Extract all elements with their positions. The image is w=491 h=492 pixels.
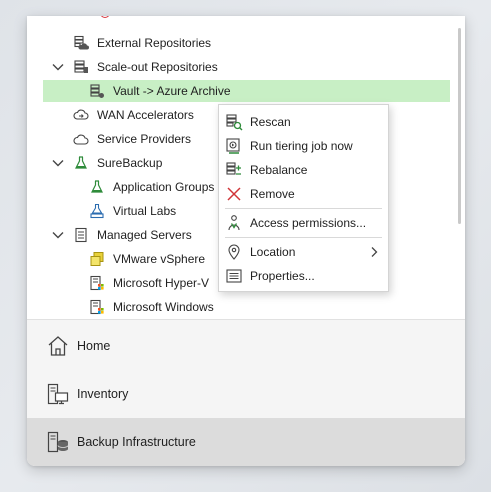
menu-item-properties[interactable]: Properties... xyxy=(219,265,388,287)
inventory-icon xyxy=(45,381,71,407)
tree-item-label: SureBackup xyxy=(97,156,163,170)
tree-item-vault-azure-archive[interactable]: Vault -> Azure Archive xyxy=(43,80,450,102)
menu-item-label: Rescan xyxy=(250,115,291,129)
windows-icon xyxy=(89,299,105,315)
tree-item-label: Managed Servers xyxy=(97,228,192,242)
chevron-right-icon xyxy=(368,245,380,259)
vmware-icon xyxy=(89,251,105,267)
repository-icon xyxy=(89,83,105,99)
cloud-storage-icon xyxy=(73,35,89,51)
scale-out-repository-icon xyxy=(73,59,89,75)
menu-item-label: Location xyxy=(250,245,296,259)
chevron-down-icon[interactable] xyxy=(51,156,65,170)
tree-item-label: Vault -> Azure Archive xyxy=(113,84,231,98)
nav-item-home[interactable]: Home xyxy=(27,322,465,370)
menu-item-location[interactable]: Location xyxy=(219,241,388,263)
tree-item-label: Microsoft Hyper-V xyxy=(113,276,210,290)
context-menu: Rescan Run tiering job now Rebalance Rem… xyxy=(218,104,389,292)
location-pin-icon xyxy=(225,243,243,261)
chevron-down-icon[interactable] xyxy=(51,60,65,74)
nav-item-label: Home xyxy=(77,339,111,353)
menu-item-run-tiering-job-now[interactable]: Run tiering job now xyxy=(219,135,388,157)
rescan-icon xyxy=(225,113,243,131)
application-group-icon xyxy=(89,179,105,195)
tree-item-service-providers[interactable]: Service Providers xyxy=(73,128,191,150)
tree-item-vmware-vsphere[interactable]: VMware vSphere xyxy=(89,248,205,270)
tree-item-managed-servers[interactable]: Managed Servers xyxy=(51,224,192,246)
tree-item-label: Scale-out Repositories xyxy=(97,60,218,74)
tree-item-label: WAN Accelerators xyxy=(97,108,194,122)
menu-item-rescan[interactable]: Rescan xyxy=(219,111,388,133)
backup-infrastructure-icon xyxy=(45,429,71,455)
nav-item-label: Inventory xyxy=(77,387,129,401)
tree-item-label: External Repositories xyxy=(97,36,212,50)
tree-item-label: Application Groups xyxy=(113,180,215,194)
tree-item-label: VMware vSphere xyxy=(113,252,206,266)
menu-separator xyxy=(225,237,382,238)
remove-x-icon xyxy=(225,185,243,203)
wan-accelerator-icon xyxy=(73,107,89,123)
home-icon xyxy=(45,333,71,359)
virtual-lab-icon xyxy=(89,203,105,219)
properties-icon xyxy=(225,267,243,285)
tree-scrollbar[interactable] xyxy=(458,28,461,224)
tree-item-label: Microsoft Windows xyxy=(113,300,214,314)
menu-item-label: Run tiering job now xyxy=(250,139,353,153)
menu-item-access-permissions[interactable]: Access permissions... xyxy=(219,212,388,234)
tree-item-wan-accelerators[interactable]: WAN Accelerators xyxy=(73,104,194,126)
partial-icon xyxy=(100,16,110,18)
nav-item-inventory[interactable]: Inventory xyxy=(27,370,465,418)
navigation-pane: Home Inventory Backup Infrastructure xyxy=(27,319,465,466)
tree-item-microsoft-hyper-v[interactable]: Microsoft Hyper-V xyxy=(89,272,209,294)
menu-item-label: Properties... xyxy=(250,269,315,283)
chevron-down-icon[interactable] xyxy=(51,228,65,242)
menu-item-label: Rebalance xyxy=(250,163,308,177)
tree-item-virtual-labs[interactable]: Virtual Labs xyxy=(89,200,176,222)
tiering-job-icon xyxy=(225,137,243,155)
menu-separator xyxy=(225,208,382,209)
flask-icon xyxy=(73,155,89,171)
hyper-v-icon xyxy=(89,275,105,291)
nav-item-backup-infrastructure[interactable]: Backup Infrastructure xyxy=(27,418,465,466)
tree-item-surebackup[interactable]: SureBackup xyxy=(51,152,162,174)
managed-servers-icon xyxy=(73,227,89,243)
nav-item-label: Backup Infrastructure xyxy=(77,435,196,449)
menu-item-label: Access permissions... xyxy=(250,216,367,230)
tree-item-external-repositories[interactable]: External Repositories xyxy=(73,32,211,54)
tree-item-scale-out-repositories[interactable]: Scale-out Repositories xyxy=(51,56,218,78)
menu-item-rebalance[interactable]: Rebalance xyxy=(219,159,388,181)
menu-item-label: Remove xyxy=(250,187,295,201)
tree-item-microsoft-windows[interactable]: Microsoft Windows xyxy=(89,296,214,318)
access-permissions-icon xyxy=(225,214,243,232)
rebalance-icon xyxy=(225,161,243,179)
menu-item-remove[interactable]: Remove xyxy=(219,183,388,205)
tree-item-label: Virtual Labs xyxy=(113,204,177,218)
tree-item-label: Service Providers xyxy=(97,132,192,146)
cloud-icon xyxy=(73,131,89,147)
tree-item-application-groups[interactable]: Application Groups xyxy=(89,176,214,198)
